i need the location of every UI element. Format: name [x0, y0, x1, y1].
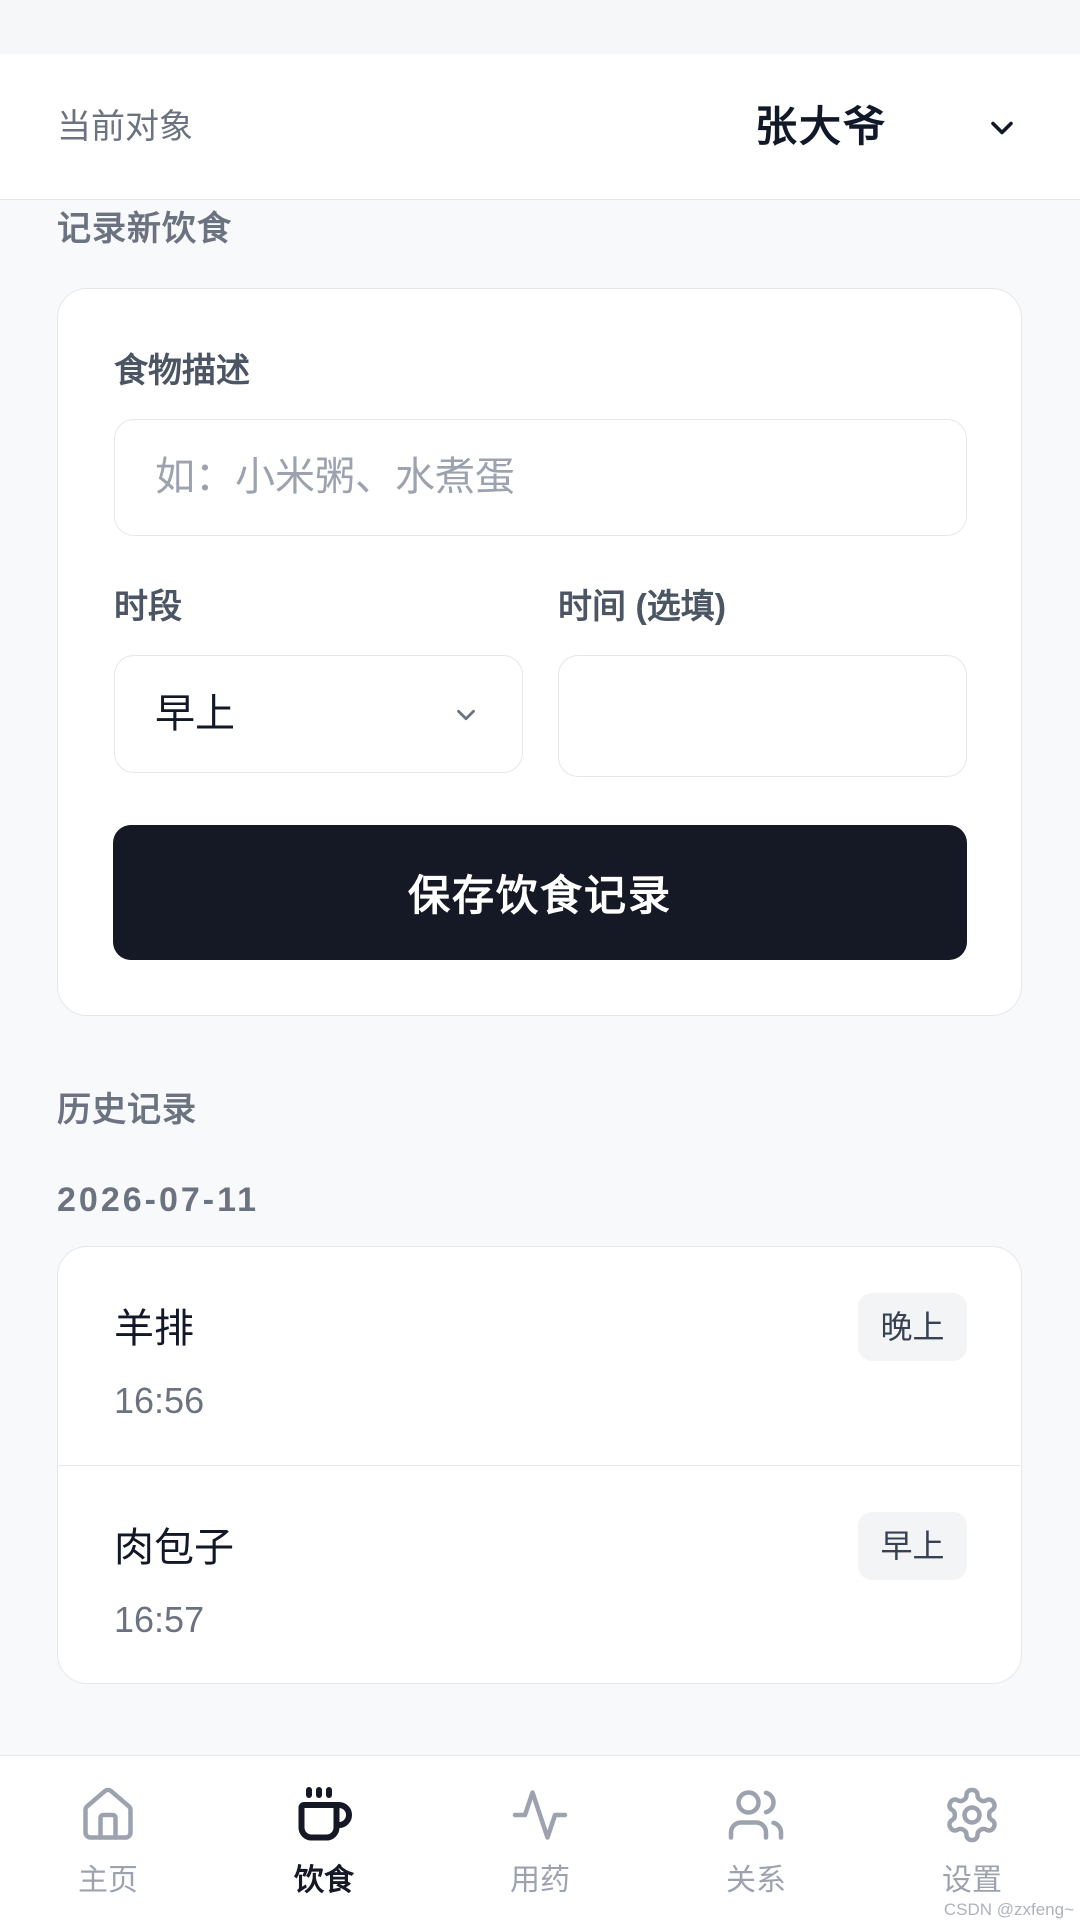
current-subject-name[interactable]: 张大爷 [755, 54, 887, 200]
entry-time: 16:56 [114, 1380, 205, 1421]
settings-icon [942, 1785, 1002, 1845]
save-meal-button[interactable]: 保存饮食记录 [113, 825, 967, 960]
entry-time: 16:57 [114, 1599, 205, 1640]
nav-item-relations[interactable]: 关系 [648, 1756, 864, 1930]
history-date-heading: 2026-07-11 [57, 1181, 260, 1219]
status-bar [0, 0, 1080, 54]
period-label: 时段 [114, 588, 182, 626]
home-icon [78, 1785, 138, 1845]
nav-item-medication[interactable]: 用药 [432, 1756, 648, 1930]
chevron-down-icon [457, 709, 475, 721]
food-description-input[interactable] [114, 419, 967, 536]
current-subject-label: 当前对象 [57, 108, 193, 146]
nav-label: 主页 [78, 1864, 138, 1897]
list-item[interactable]: 羊排 16:56 晚上 [58, 1247, 1020, 1466]
list-item[interactable]: 肉包子 16:57 早上 [58, 1466, 1020, 1683]
nav-item-diet[interactable]: 饮食 [216, 1756, 432, 1930]
nav-label: 设置 [942, 1864, 1002, 1897]
history-section-title: 历史记录 [57, 1091, 197, 1129]
period-badge: 早上 [858, 1512, 967, 1580]
subject-header: 当前对象 张大爷 [0, 54, 1080, 200]
bottom-nav: 主页 饮食 用药 关系 设置 [0, 1755, 1080, 1930]
period-badge: 晚上 [858, 1293, 967, 1361]
users-icon [726, 1785, 786, 1845]
period-select[interactable]: 早上 [114, 655, 523, 773]
nav-label: 饮食 [294, 1864, 354, 1897]
activity-icon [510, 1785, 570, 1845]
coffee-cup-icon [294, 1785, 354, 1845]
period-selected-value: 早上 [155, 692, 235, 736]
nav-label: 关系 [726, 1864, 786, 1897]
entry-food: 肉包子 [114, 1526, 234, 1570]
new-meal-section-title: 记录新饮食 [57, 210, 232, 248]
watermark: CSDN @zxfeng~ [943, 1900, 1074, 1919]
entry-food: 羊排 [114, 1307, 194, 1351]
time-input[interactable] [558, 655, 967, 777]
nav-item-home[interactable]: 主页 [0, 1756, 216, 1930]
food-description-label: 食物描述 [114, 352, 250, 390]
history-list: 羊排 16:56 晚上 肉包子 16:57 早上 [57, 1246, 1022, 1684]
chevron-down-icon[interactable] [984, 110, 1020, 146]
meal-form-card: 食物描述 时段 时间 (选填) 早上 保存饮食记录 [57, 288, 1022, 1016]
time-label: 时间 (选填) [558, 588, 727, 626]
nav-label: 用药 [510, 1864, 570, 1897]
